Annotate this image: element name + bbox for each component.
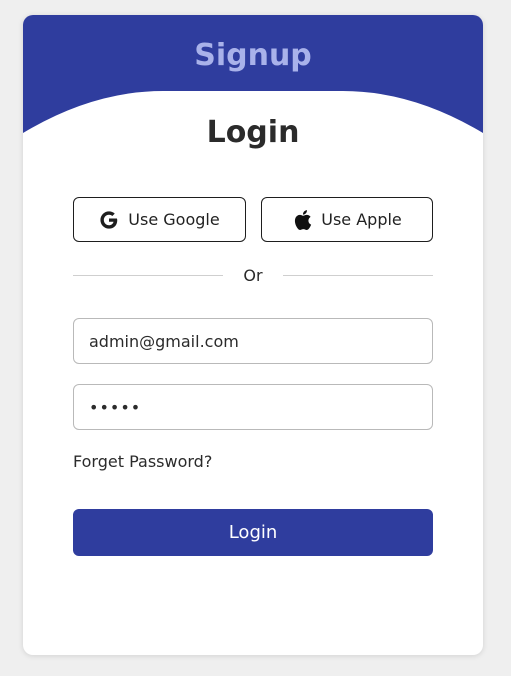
password-field[interactable] xyxy=(73,384,433,430)
signup-tab[interactable]: Signup xyxy=(23,38,483,73)
forgot-password-link[interactable]: Forget Password? xyxy=(73,452,212,471)
page-title: Login xyxy=(206,115,300,150)
divider-left xyxy=(73,275,223,276)
google-button-label: Use Google xyxy=(128,210,220,229)
login-card: Signup Login Use Google Use Apple Or For… xyxy=(23,15,483,655)
google-login-button[interactable]: Use Google xyxy=(73,197,246,242)
google-icon xyxy=(100,210,118,229)
apple-button-label: Use Apple xyxy=(321,210,402,229)
apple-icon xyxy=(295,209,312,230)
divider-right xyxy=(283,275,433,276)
divider-or-label: Or xyxy=(243,266,263,285)
login-button[interactable]: Login xyxy=(73,509,433,556)
apple-login-button[interactable]: Use Apple xyxy=(261,197,433,242)
email-field[interactable] xyxy=(73,318,433,364)
